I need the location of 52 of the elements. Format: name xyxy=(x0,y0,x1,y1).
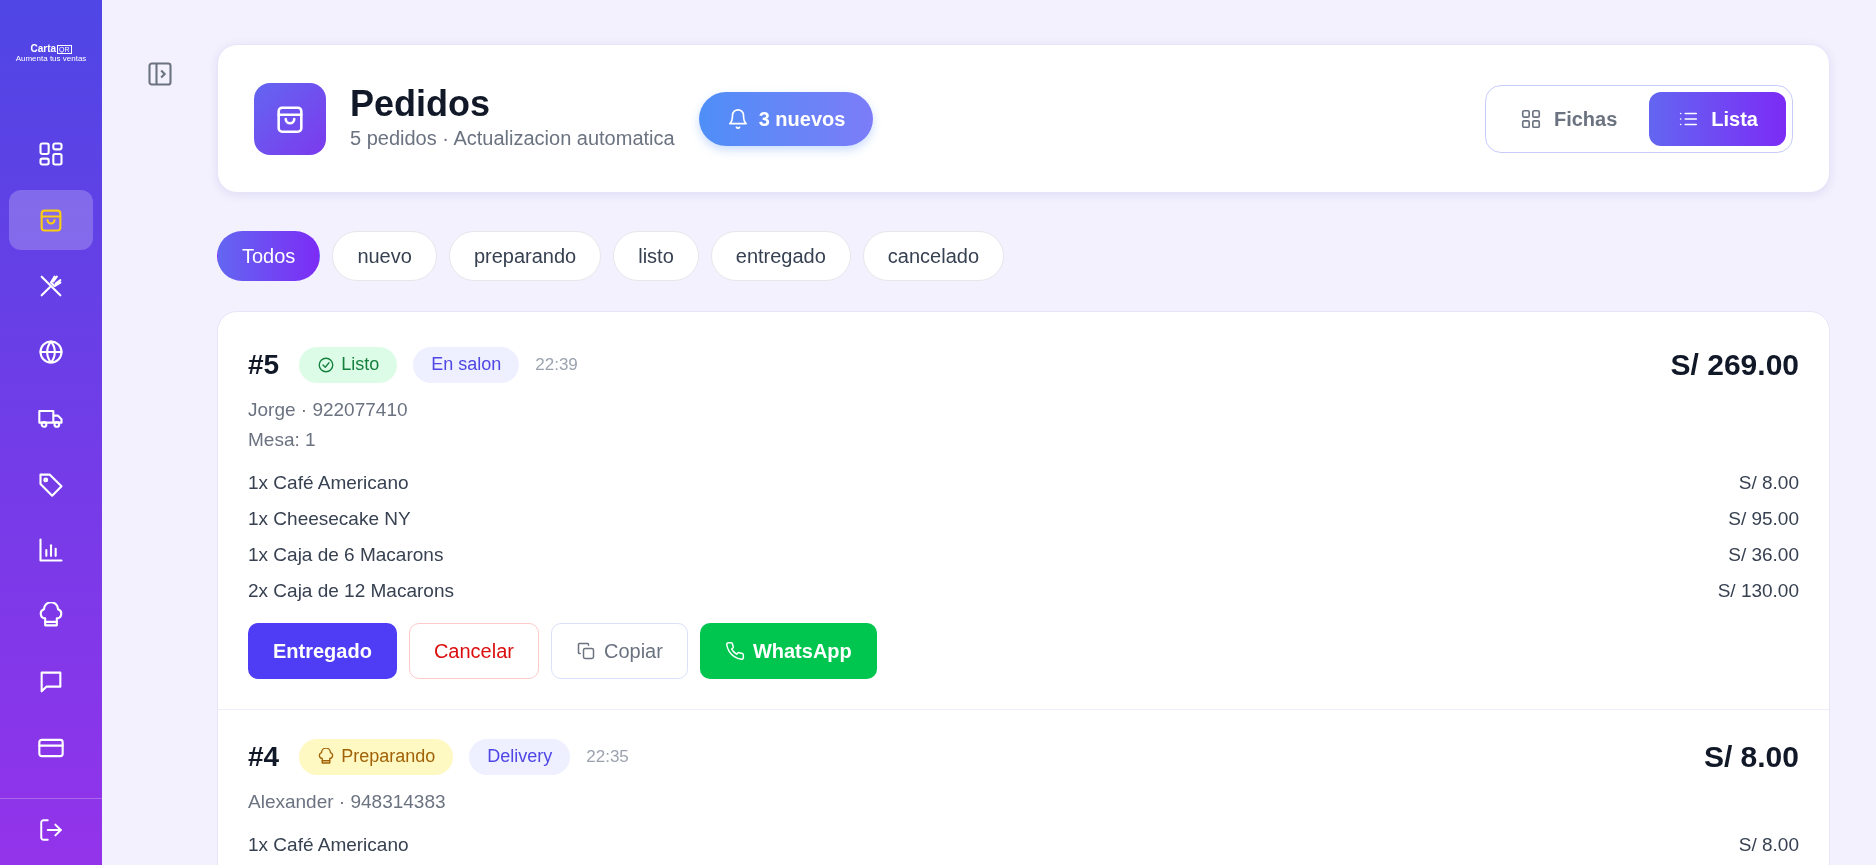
sidebar-item[interactable] xyxy=(9,189,93,250)
status-label: Listo xyxy=(341,353,380,376)
customer-info: Alexander · 948314383 xyxy=(248,790,447,814)
filter-chip[interactable]: listo xyxy=(613,231,699,281)
order-total: S/ 8.00 xyxy=(1703,739,1799,775)
item-name: 1x Café Americano xyxy=(248,833,409,857)
filter-chip[interactable]: entregado xyxy=(710,231,851,281)
check-circle-icon xyxy=(317,355,336,374)
status-label: Preparando xyxy=(341,745,436,768)
order-type-badge: En salon xyxy=(413,346,520,383)
filter-chip[interactable]: preparando xyxy=(448,231,602,281)
grid-icon xyxy=(1519,107,1542,130)
logout-button[interactable] xyxy=(38,817,64,843)
item-price: S/ 36.00 xyxy=(1728,543,1799,567)
item-name: 1x Cheesecake NY xyxy=(248,507,411,531)
sidebar-toggle-icon[interactable] xyxy=(145,60,174,88)
order-total: S/ 269.00 xyxy=(1670,347,1799,383)
new-orders-button[interactable]: 3 nuevos xyxy=(698,91,874,146)
filter-chip[interactable]: cancelado xyxy=(862,231,1005,281)
item-price: S/ 130.00 xyxy=(1717,579,1799,603)
bar-chart-icon xyxy=(37,535,65,564)
customer-info: Jorge · 922077410 xyxy=(248,398,409,422)
logo-tagline: Aumenta tus ventas xyxy=(15,54,87,64)
item-name: 2x Caja de 12 Macarons xyxy=(248,579,454,603)
order-time: 22:39 xyxy=(535,353,578,376)
item-name: 1x Café Americano xyxy=(248,471,409,495)
page-subtitle: 5 pedidos · Actualizacion automatica xyxy=(350,126,675,152)
filter-chip[interactable]: Todos xyxy=(217,231,321,281)
item-price: S/ 95.00 xyxy=(1728,507,1799,531)
order-time: 22:35 xyxy=(586,745,629,768)
logo-text: Carta xyxy=(30,44,57,54)
order-type-badge: Delivery xyxy=(469,738,571,775)
order-number: #4 xyxy=(248,739,280,774)
phone-icon xyxy=(724,641,745,661)
table-number: Mesa: 1 xyxy=(248,428,317,452)
delivered-button[interactable]: Entregado xyxy=(248,623,397,679)
logout-icon xyxy=(38,817,64,843)
item-price: S/ 8.00 xyxy=(1738,471,1799,495)
cancel-button[interactable]: Cancelar xyxy=(408,623,539,679)
chef-hat-icon xyxy=(317,747,336,766)
copy-icon xyxy=(575,641,596,661)
copy-button[interactable]: Copiar xyxy=(550,623,688,679)
dashboard-icon xyxy=(37,139,65,168)
item-price: S/ 8.00 xyxy=(1738,833,1799,857)
view-tab[interactable]: Fichas xyxy=(1491,91,1646,146)
order-number: #5 xyxy=(248,347,280,382)
filter-chip[interactable]: nuevo xyxy=(332,231,437,281)
bell-icon xyxy=(726,107,749,130)
view-tab[interactable]: Lista xyxy=(1649,91,1786,146)
globe-icon xyxy=(37,337,65,366)
item-name: 1x Caja de 6 Macarons xyxy=(248,543,444,567)
page-title: Pedidos xyxy=(350,83,492,124)
